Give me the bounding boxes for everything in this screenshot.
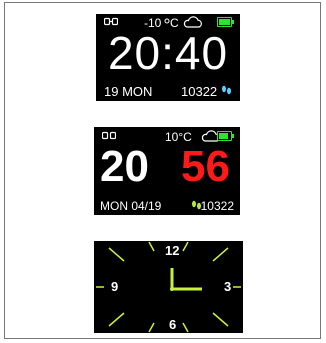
numeral-12: 12 (165, 243, 180, 258)
numeral-6: 6 (169, 317, 177, 332)
watch-face-digital-1: -10 C 20:40 19 MON 10322 (96, 14, 240, 101)
watch-face-analog: 12 3 6 9 (94, 241, 243, 333)
clock-hours: 20 (100, 142, 149, 191)
clock-hands (170, 268, 202, 291)
watch-face-digital-2: 10°C 20 56 MON 04/19 10322 (94, 127, 240, 215)
link-icon (104, 17, 118, 26)
clock-time: 20:40 (107, 27, 229, 79)
link-icon (102, 131, 116, 140)
step-count: 10322 (181, 84, 218, 99)
date-label: MON 04/19 (100, 199, 162, 213)
numeral-3: 3 (224, 279, 232, 294)
clock-minutes: 56 (181, 142, 230, 191)
info-bar: 19 MON 10322 (102, 84, 234, 99)
footprints-icon (222, 85, 231, 95)
preview-frame: -10 C 20:40 19 MON 10322 10°C 20 56 MON … (4, 2, 321, 339)
step-count: 10322 (200, 199, 234, 213)
info-bar: MON 04/19 10322 (98, 199, 234, 213)
numeral-9: 9 (111, 279, 119, 294)
battery-icon (217, 17, 234, 27)
date-label: 19 MON (104, 84, 153, 99)
